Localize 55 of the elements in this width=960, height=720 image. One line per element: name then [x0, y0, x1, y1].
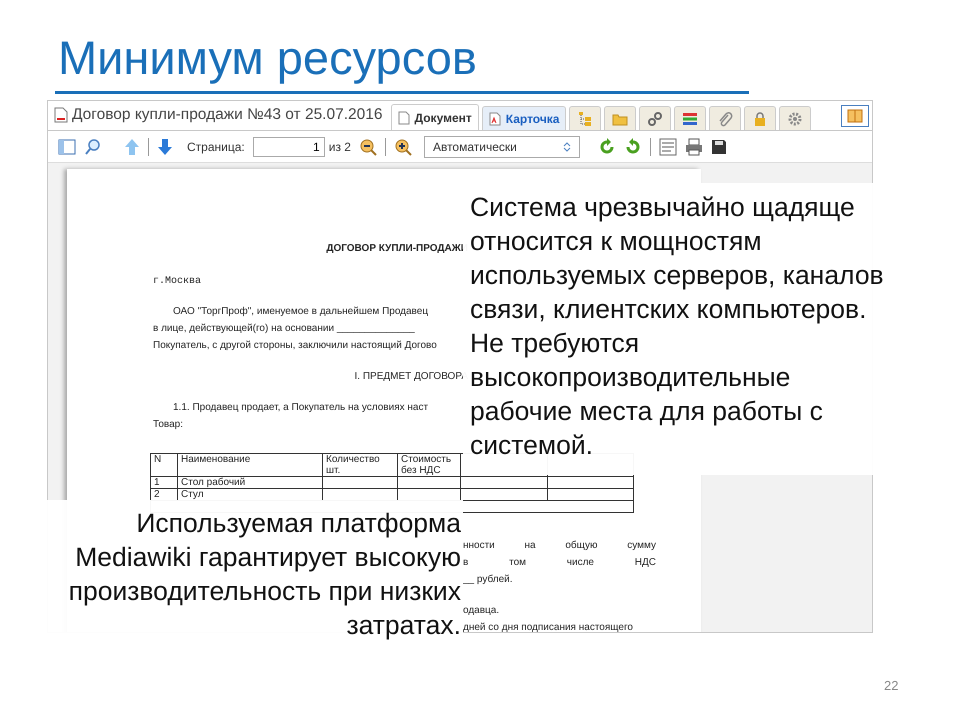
tree-icon — [577, 110, 594, 126]
page-input[interactable]: 1 — [252, 136, 325, 156]
sidebar-toggle-icon[interactable] — [58, 138, 76, 154]
zoom-out-icon[interactable] — [358, 138, 377, 156]
page-label: Страница: — [187, 140, 245, 154]
document-line: __ рублей. — [463, 573, 514, 587]
list-icon — [682, 110, 698, 126]
tab[interactable]: Карточка — [482, 106, 566, 130]
icon-tab[interactable] — [779, 106, 812, 130]
tab[interactable]: Документ — [390, 104, 479, 130]
document-heading: ДОГОВОР КУПЛИ-ПРОДАЖИ — [325, 243, 468, 254]
panel-toggle-button[interactable] — [841, 105, 869, 127]
document-line: в том числе НДС — [463, 556, 656, 570]
rotate-left-icon[interactable] — [598, 138, 616, 156]
icon-tab[interactable] — [744, 106, 776, 130]
document-line: в лице, действующей(го) на основании ______________ — [153, 322, 416, 336]
pdf-document-icon — [488, 112, 501, 126]
page-total: из 2 — [328, 140, 351, 154]
updown-arrows-icon — [562, 140, 571, 152]
table-cell: 1 — [150, 476, 178, 488]
icon-tab[interactable] — [604, 106, 636, 130]
document-icon — [398, 110, 410, 124]
document-line: одавца. — [463, 604, 500, 618]
icon-tab[interactable] — [639, 106, 672, 130]
slide-title: Минимум ресурсов — [58, 30, 477, 85]
document-line: нности на общую сумму — [463, 539, 656, 553]
page-number: 22 — [884, 678, 898, 693]
table-header: Стоимость без НДС — [398, 454, 460, 476]
zoom-select[interactable]: Автоматически — [424, 136, 580, 158]
document-icon — [54, 107, 68, 123]
window-title: Договор купли-продажи №43 от 25.07.2016 — [72, 106, 383, 124]
down-arrow-icon[interactable] — [157, 138, 173, 156]
print-icon[interactable] — [684, 138, 703, 156]
search-icon[interactable] — [84, 138, 102, 156]
text-recognition-icon[interactable] — [658, 138, 677, 156]
table-cell: Стол рабочий — [178, 476, 322, 488]
city-text: г.Москва — [153, 276, 202, 287]
save-icon[interactable] — [710, 138, 727, 154]
document-line: 1.1. Продавец продает, а Покупатель на условиях наст — [172, 401, 430, 415]
document-line: дней со дня подписания настоящего — [463, 621, 634, 632]
table-header: Количество шт. — [322, 454, 398, 476]
icon-tab[interactable] — [674, 106, 706, 130]
table-header: N — [150, 454, 178, 476]
gear-icon — [787, 110, 804, 126]
panel-icon — [847, 109, 863, 123]
icon-tab[interactable] — [709, 106, 742, 130]
section-heading: I. ПРЕДМЕТ ДОГОВОРА — [354, 371, 468, 382]
link-icon — [647, 110, 664, 126]
document-line: Товар: — [153, 418, 184, 432]
paperclip-icon — [717, 110, 734, 126]
rotate-right-icon[interactable] — [624, 138, 642, 156]
document-line: Покупатель, с другой стороны, заключили настоящий Догово — [153, 339, 438, 353]
zoom-in-icon[interactable] — [394, 138, 412, 156]
table-header: Наименование — [178, 454, 322, 476]
document-line: ОАО "ТоргПроф", именуемое в дальнейшем Продавец — [172, 305, 430, 319]
